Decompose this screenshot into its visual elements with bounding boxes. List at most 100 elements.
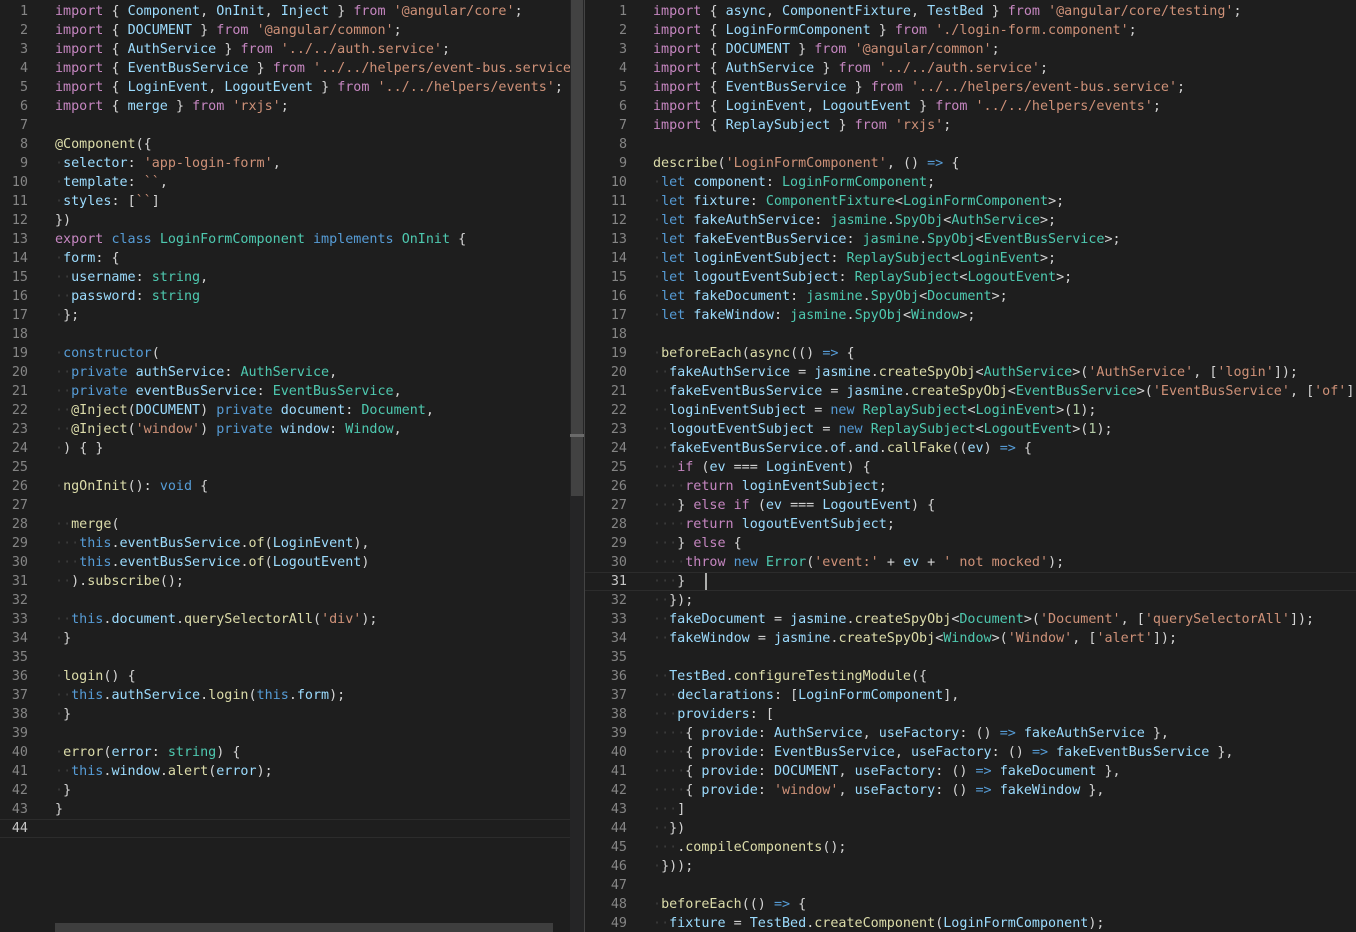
code-line[interactable]: 44 — [0, 819, 584, 838]
code-line[interactable]: 31 ···} — [585, 572, 1356, 591]
code-line[interactable]: 36 ·login() { — [0, 667, 584, 686]
code-line[interactable]: 42 ····{ provide: 'window', useFactory: (… — [585, 781, 1356, 800]
code-line[interactable]: 3 import { AuthService } from '../../auth… — [0, 40, 584, 59]
left-horizontal-scrollbar-thumb[interactable] — [55, 923, 553, 932]
code-line[interactable]: 6 import { merge } from 'rxjs'; — [0, 97, 584, 116]
code-line[interactable]: 29 ···} else { — [585, 534, 1356, 553]
code-line[interactable]: 24 ··fakeEventBusService.of.and.callFake(… — [585, 439, 1356, 458]
code-line[interactable]: 33 ··this.document.querySelectorAll('div'… — [0, 610, 584, 629]
code-line[interactable]: 37 ··this.authService.login(this.form); — [0, 686, 584, 705]
code-line[interactable]: 2 import { DOCUMENT } from '@angular/comm… — [0, 21, 584, 40]
code-line[interactable]: 11 ·styles: [``] — [0, 192, 584, 211]
code-line[interactable]: 28 ··merge( — [0, 515, 584, 534]
code-line[interactable]: 22 ··@Inject(DOCUMENT) private document: … — [0, 401, 584, 420]
code-line[interactable]: 45 ···.compileComponents(); — [585, 838, 1356, 857]
code-line[interactable]: 37 ···declarations: [LoginFormComponent], — [585, 686, 1356, 705]
code-line[interactable]: 3 import { DOCUMENT } from '@angular/comm… — [585, 40, 1356, 59]
code-line[interactable]: 2 import { LoginFormComponent } from './l… — [585, 21, 1356, 40]
code-line[interactable]: 26 ····return loginEventSubject; — [585, 477, 1356, 496]
code-line[interactable]: 33 ··fakeDocument = jasmine.createSpyObj<… — [585, 610, 1356, 629]
code-line[interactable]: 24 ·) { } — [0, 439, 584, 458]
code-line[interactable]: 13 export class LoginFormComponent implem… — [0, 230, 584, 249]
code-line[interactable]: 18 — [585, 325, 1356, 344]
code-line[interactable]: 5 import { LoginEvent, LogoutEvent } from… — [0, 78, 584, 97]
code-line[interactable]: 41 ····{ provide: DOCUMENT, useFactory: (… — [585, 762, 1356, 781]
code-line[interactable]: 12}) — [0, 211, 584, 230]
code-line[interactable]: 46 ·})); — [585, 857, 1356, 876]
code-line[interactable]: 7 — [0, 116, 584, 135]
code-line[interactable]: 43} — [0, 800, 584, 819]
code-line[interactable]: 36 ··TestBed.configureTestingModule({ — [585, 667, 1356, 686]
code-line[interactable]: 30 ···this.eventBusService.of(LogoutEvent… — [0, 553, 584, 572]
code-line[interactable]: 49 ··fixture = TestBed.createComponent(Lo… — [585, 914, 1356, 932]
code-line[interactable]: 22 ··loginEventSubject = new ReplaySubjec… — [585, 401, 1356, 420]
code-line[interactable]: 1 import { async, ComponentFixture, TestB… — [585, 2, 1356, 21]
code-line[interactable]: 47 — [585, 876, 1356, 895]
editor-pane-left[interactable]: 1 import { Component, OnInit, Inject } fr… — [0, 0, 584, 932]
editor-pane-right[interactable]: 1 import { async, ComponentFixture, TestB… — [584, 0, 1356, 932]
code-line[interactable]: 12 ·let fakeAuthService: jasmine.SpyObj<A… — [585, 211, 1356, 230]
code-line[interactable]: 20 ··fakeAuthService = jasmine.createSpyO… — [585, 363, 1356, 382]
code-line[interactable]: 35 — [585, 648, 1356, 667]
code-line[interactable]: 32 ··}); — [585, 591, 1356, 610]
code-line[interactable]: 14 ·form: { — [0, 249, 584, 268]
left-vertical-scrollbar[interactable] — [570, 0, 584, 932]
code-line[interactable]: 41 ··this.window.alert(error); — [0, 762, 584, 781]
code-text: ··private authService: AuthService, — [55, 365, 338, 380]
code-line[interactable]: 44 ··}) — [585, 819, 1356, 838]
code-line[interactable]: 35 — [0, 648, 584, 667]
code-line[interactable]: 8 — [585, 135, 1356, 154]
code-line[interactable]: 20 ··private authService: AuthService, — [0, 363, 584, 382]
code-line[interactable]: 40 ····{ provide: EventBusService, useFac… — [585, 743, 1356, 762]
code-line[interactable]: 16 ··password: string — [0, 287, 584, 306]
code-line[interactable]: 8 @Component({ — [0, 135, 584, 154]
code-line[interactable]: 17 ·}; — [0, 306, 584, 325]
code-line[interactable]: 21 ··private eventBusService: EventBusSer… — [0, 382, 584, 401]
code-line[interactable]: 26 ·ngOnInit(): void { — [0, 477, 584, 496]
code-line[interactable]: 31 ··).subscribe(); — [0, 572, 584, 591]
code-line[interactable]: 25 — [0, 458, 584, 477]
code-line[interactable]: 13 ·let fakeEventBusService: jasmine.SpyO… — [585, 230, 1356, 249]
code-line[interactable]: 38 ·} — [0, 705, 584, 724]
code-line[interactable]: 18 — [0, 325, 584, 344]
code-line[interactable]: 42 ·} — [0, 781, 584, 800]
code-line[interactable]: 39 — [0, 724, 584, 743]
code-line[interactable]: 27 — [0, 496, 584, 515]
code-line[interactable]: 28 ····return logoutEventSubject; — [585, 515, 1356, 534]
code-line[interactable]: 23 ··@Inject('window') private window: Wi… — [0, 420, 584, 439]
code-line[interactable]: 17 ·let fakeWindow: jasmine.SpyObj<Window… — [585, 306, 1356, 325]
code-line[interactable]: 6 import { LoginEvent, LogoutEvent } from… — [585, 97, 1356, 116]
code-line[interactable]: 27 ···} else if (ev === LogoutEvent) { — [585, 496, 1356, 515]
code-line[interactable]: 16 ·let fakeDocument: jasmine.SpyObj<Docu… — [585, 287, 1356, 306]
code-line[interactable]: 30 ····throw new Error('event:' + ev + ' … — [585, 553, 1356, 572]
line-number: 20 — [610, 365, 627, 380]
code-line[interactable]: 15 ·let logoutEventSubject: ReplaySubject… — [585, 268, 1356, 287]
code-line[interactable]: 19 ·constructor( — [0, 344, 584, 363]
code-line[interactable]: 34 ·} — [0, 629, 584, 648]
code-line[interactable]: 4 import { EventBusService } from '../../… — [0, 59, 584, 78]
code-line[interactable]: 34 ··fakeWindow = jasmine.createSpyObj<Wi… — [585, 629, 1356, 648]
code-line[interactable]: 43 ···] — [585, 800, 1356, 819]
code-line[interactable]: 38 ···providers: [ — [585, 705, 1356, 724]
code-line[interactable]: 10 ·let component: LoginFormComponent; — [585, 173, 1356, 192]
left-vertical-scrollbar-thumb[interactable] — [571, 0, 583, 496]
code-line[interactable]: 39 ····{ provide: AuthService, useFactory… — [585, 724, 1356, 743]
code-line[interactable]: 9 describe('LoginFormComponent', () => { — [585, 154, 1356, 173]
code-line[interactable]: 5 import { EventBusService } from '../../… — [585, 78, 1356, 97]
code-line[interactable]: 10 ·template: ``, — [0, 173, 584, 192]
code-line[interactable]: 4 import { AuthService } from '../../auth… — [585, 59, 1356, 78]
code-line[interactable]: 1 import { Component, OnInit, Inject } fr… — [0, 2, 584, 21]
code-line[interactable]: 21 ··fakeEventBusService = jasmine.create… — [585, 382, 1356, 401]
code-line[interactable]: 40 ·error(error: string) { — [0, 743, 584, 762]
code-line[interactable]: 48 ·beforeEach(() => { — [585, 895, 1356, 914]
code-line[interactable]: 9 ·selector: 'app-login-form', — [0, 154, 584, 173]
code-line[interactable]: 15 ··username: string, — [0, 268, 584, 287]
code-line[interactable]: 25 ···if (ev === LoginEvent) { — [585, 458, 1356, 477]
code-line[interactable]: 14 ·let loginEventSubject: ReplaySubject<… — [585, 249, 1356, 268]
code-line[interactable]: 32 — [0, 591, 584, 610]
code-line[interactable]: 23 ··logoutEventSubject = new ReplaySubje… — [585, 420, 1356, 439]
code-line[interactable]: 19 ·beforeEach(async(() => { — [585, 344, 1356, 363]
code-line[interactable]: 11 ·let fixture: ComponentFixture<LoginFo… — [585, 192, 1356, 211]
code-line[interactable]: 29 ···this.eventBusService.of(LoginEvent)… — [0, 534, 584, 553]
code-line[interactable]: 7 import { ReplaySubject } from 'rxjs'; — [585, 116, 1356, 135]
